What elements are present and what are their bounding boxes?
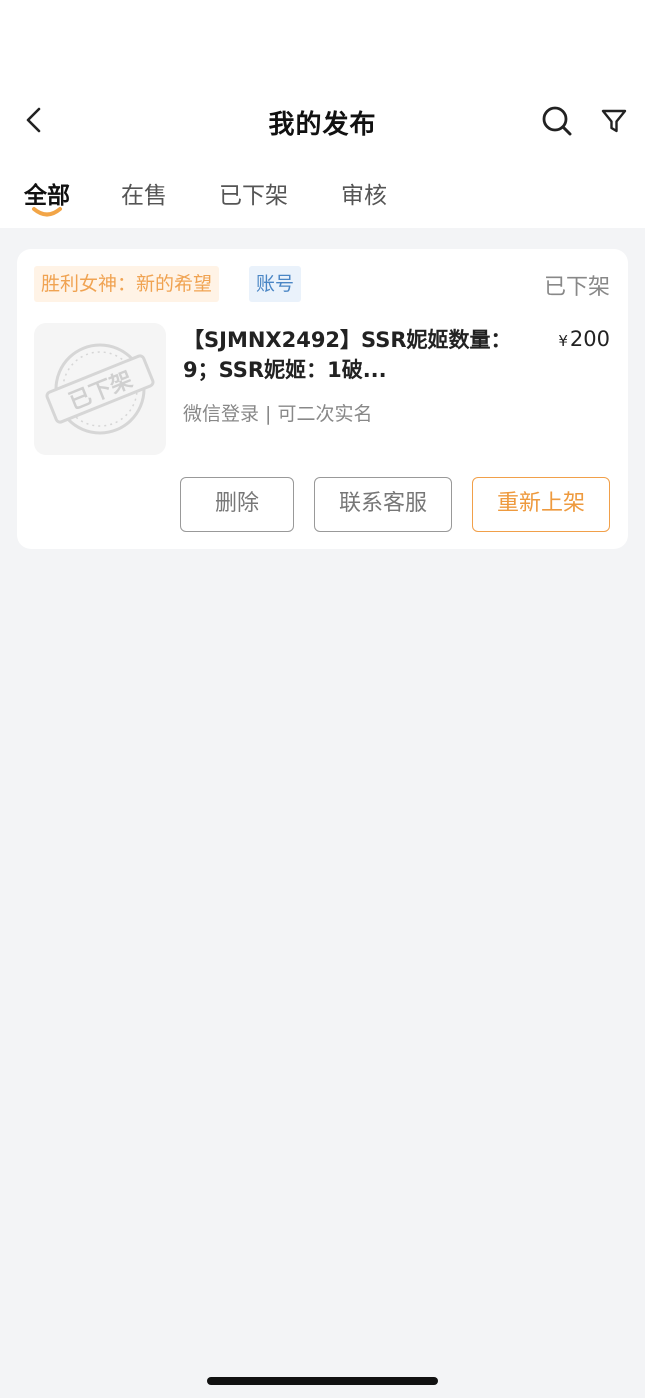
tab-active-indicator (32, 207, 62, 217)
listing-price: ¥200 (558, 327, 610, 351)
contact-service-button[interactable]: 联系客服 (314, 477, 452, 532)
nav-bar: 我的发布 (0, 90, 645, 154)
relist-button[interactable]: 重新上架 (472, 477, 610, 532)
price-value: 200 (569, 327, 610, 351)
type-tag: 账号 (249, 266, 302, 302)
status-bar (0, 0, 645, 80)
filter-icon (601, 109, 627, 133)
game-tag: 胜利女神：新的希望 (34, 266, 220, 302)
tab-on-sale[interactable]: 在售 (121, 176, 167, 210)
search-button[interactable] (536, 100, 578, 142)
listing-thumbnail: 已下架 (34, 323, 166, 455)
status-tabs: 全部 在售 已下架 审核 (0, 168, 645, 224)
listing-card[interactable]: 胜利女神：新的希望 账号 已下架 已下架 【SJMNX2492】SSR妮姬数量：… (17, 249, 628, 549)
tab-all[interactable]: 全部 (24, 176, 70, 210)
delete-button[interactable]: 删除 (180, 477, 294, 532)
listing-title: 【SJMNX2492】SSR妮姬数量：9；SSR妮姬：1破... (183, 328, 512, 382)
status-badge: 已下架 (543, 275, 610, 300)
home-indicator (207, 1377, 438, 1385)
my-listings-page: 我的发布 全部 在售 已下架 审核 胜利女神：新的希望 账号 已下架 已下架 【… (0, 0, 645, 1398)
filter-button[interactable] (594, 100, 634, 142)
tab-removed[interactable]: 已下架 (219, 176, 288, 210)
tab-review[interactable]: 审核 (341, 176, 387, 210)
header-area: 我的发布 全部 在售 已下架 审核 (0, 0, 645, 228)
search-icon (542, 106, 572, 136)
removed-stamp-icon: 已下架 (45, 343, 155, 435)
price-symbol: ¥ (558, 332, 568, 350)
login-info: 微信登录 | 可二次实名 (183, 403, 373, 425)
